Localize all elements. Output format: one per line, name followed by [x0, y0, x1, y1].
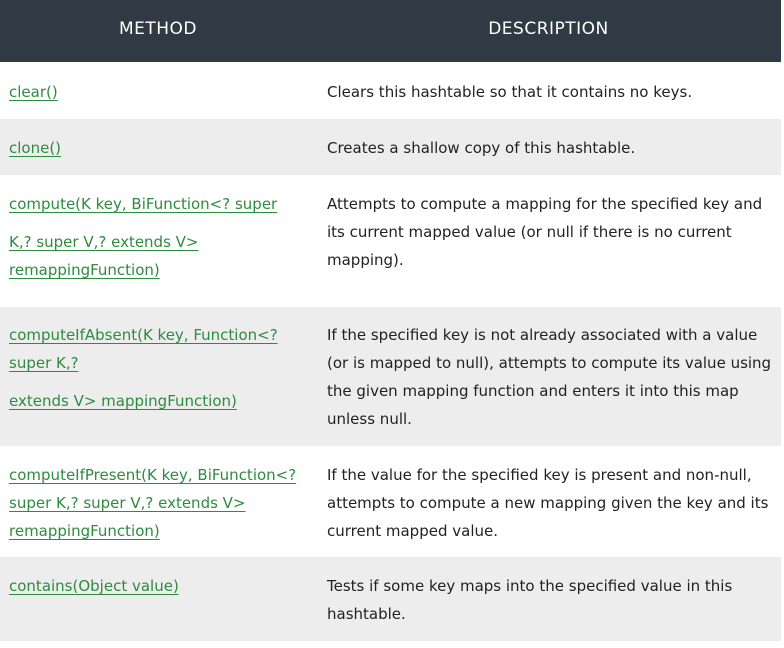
method-link-computeifabsent[interactable]: super K,?	[9, 354, 79, 372]
table-row: contains(Object value) Tests if some key…	[0, 557, 781, 641]
method-link-contains[interactable]: contains(Object value)	[9, 577, 179, 595]
method-link-clear[interactable]: clear()	[9, 83, 58, 101]
description-cell: Clears this hashtable so that it contain…	[327, 83, 693, 101]
method-link-computeifpresent[interactable]: computeIfPresent(K key, BiFunction<?	[9, 466, 296, 484]
table-row: computeIfPresent(K key, BiFunction<? sup…	[0, 446, 781, 557]
method-link-computeifpresent[interactable]: super K,? super V,? extends V>	[9, 494, 246, 512]
method-link-computeifabsent[interactable]: computeIfAbsent(K key, Function<?	[9, 326, 278, 344]
method-cell: clear()	[9, 78, 305, 106]
method-cell: contains(Object value)	[9, 572, 305, 600]
description-cell: If the value for the specified key is pr…	[327, 466, 769, 540]
method-link-compute[interactable]: K,? super V,? extends V>	[9, 233, 199, 251]
method-link-computeifabsent[interactable]: extends V> mappingFunction)	[9, 392, 237, 410]
table-row: clone() Creates a shallow copy of this h…	[0, 119, 781, 175]
description-cell: If the specified key is not already asso…	[327, 326, 772, 428]
description-cell: Tests if some key maps into the specifie…	[327, 577, 733, 623]
method-link-computeifpresent[interactable]: remappingFunction)	[9, 522, 160, 540]
method-link-compute[interactable]: compute(K key, BiFunction<? super	[9, 195, 277, 213]
table-row: clear() Clears this hashtable so that it…	[0, 62, 781, 119]
method-link-clone[interactable]: clone()	[9, 139, 61, 157]
description-column-header: DESCRIPTION	[488, 19, 609, 39]
table-header: METHOD DESCRIPTION	[0, 0, 781, 62]
table-row: computeIfAbsent(K key, Function<? super …	[0, 307, 781, 446]
description-cell: Attempts to compute a mapping for the sp…	[327, 195, 763, 269]
table-row: compute(K key, BiFunction<? super K,? su…	[0, 175, 781, 307]
method-column-header: METHOD	[118, 19, 198, 39]
description-cell: Creates a shallow copy of this hashtable…	[327, 139, 636, 157]
method-link-compute[interactable]: remappingFunction)	[9, 261, 160, 279]
method-cell: computeIfAbsent(K key, Function<? super …	[9, 321, 305, 415]
method-cell: computeIfPresent(K key, BiFunction<? sup…	[9, 461, 305, 545]
method-cell: compute(K key, BiFunction<? super K,? su…	[9, 190, 305, 284]
method-cell: clone()	[9, 134, 305, 162]
